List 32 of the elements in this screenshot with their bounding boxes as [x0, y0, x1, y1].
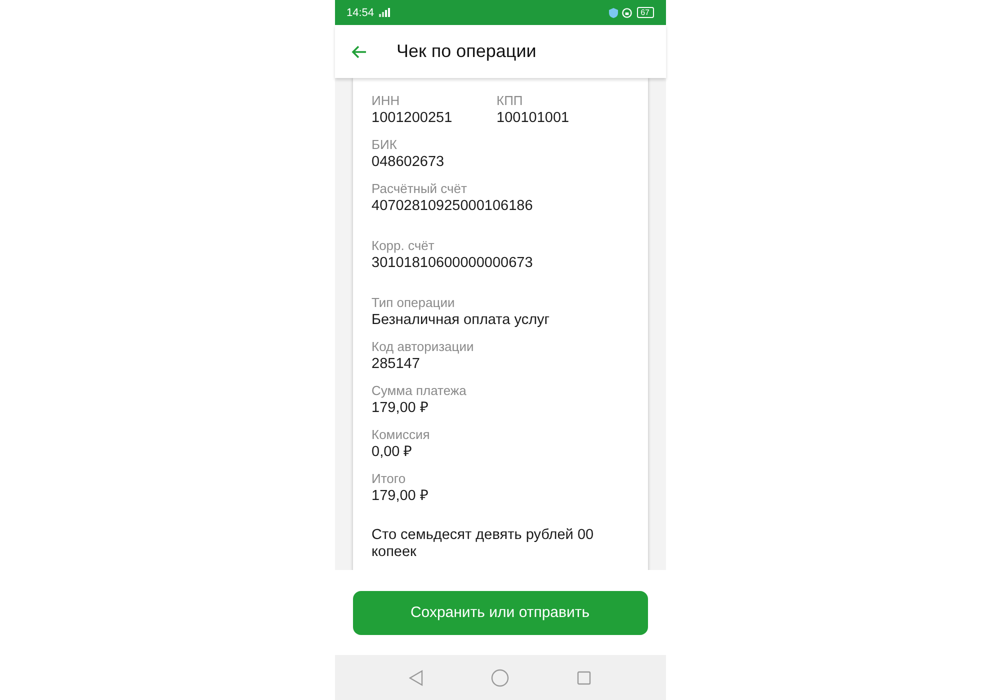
recents-nav-icon[interactable]	[577, 670, 592, 684]
field-value: 1001200251	[372, 109, 454, 127]
screen-title: Чек по операции	[396, 41, 536, 62]
field-label: Комиссия	[372, 426, 431, 443]
save-or-send-button[interactable]: Сохранить или отправить	[352, 590, 648, 634]
status-time: 14:54	[346, 6, 374, 18]
signal-icon	[379, 8, 392, 17]
field-value: 179,00 ₽	[372, 487, 429, 505]
field-label: Расчётный счёт	[372, 180, 468, 197]
battery-indicator: 67	[636, 7, 654, 18]
lock-icon	[622, 8, 632, 18]
amount-in-words: Сто семьдесят девять рублей 00 копеек	[372, 527, 595, 561]
back-arrow-icon[interactable]	[350, 44, 366, 58]
field-label: Корр. счёт	[372, 237, 436, 254]
field-value: 100101001	[496, 109, 570, 127]
field-label: Тип операции	[372, 294, 456, 311]
field-label: ИНН	[372, 92, 401, 109]
field-value: 40702810925000106186	[372, 197, 533, 215]
field-value: 048602673	[372, 153, 446, 171]
shield-icon	[608, 8, 618, 18]
field-label: КПП	[496, 92, 524, 109]
field-value: 0,00 ₽	[372, 443, 413, 461]
field-value: 30101810600000000673	[372, 254, 533, 272]
field-value: 285147	[372, 355, 421, 373]
field-value: 179,00 ₽	[372, 399, 429, 417]
field-label: Код авторизации	[372, 338, 475, 355]
field-label: Сумма платежа	[372, 382, 468, 399]
field-label: БИК	[372, 136, 398, 153]
field-label: Итого	[372, 470, 407, 487]
back-nav-icon[interactable]	[408, 670, 423, 686]
home-nav-icon[interactable]	[490, 668, 509, 686]
field-value: Безналичная оплата услуг	[372, 311, 550, 329]
